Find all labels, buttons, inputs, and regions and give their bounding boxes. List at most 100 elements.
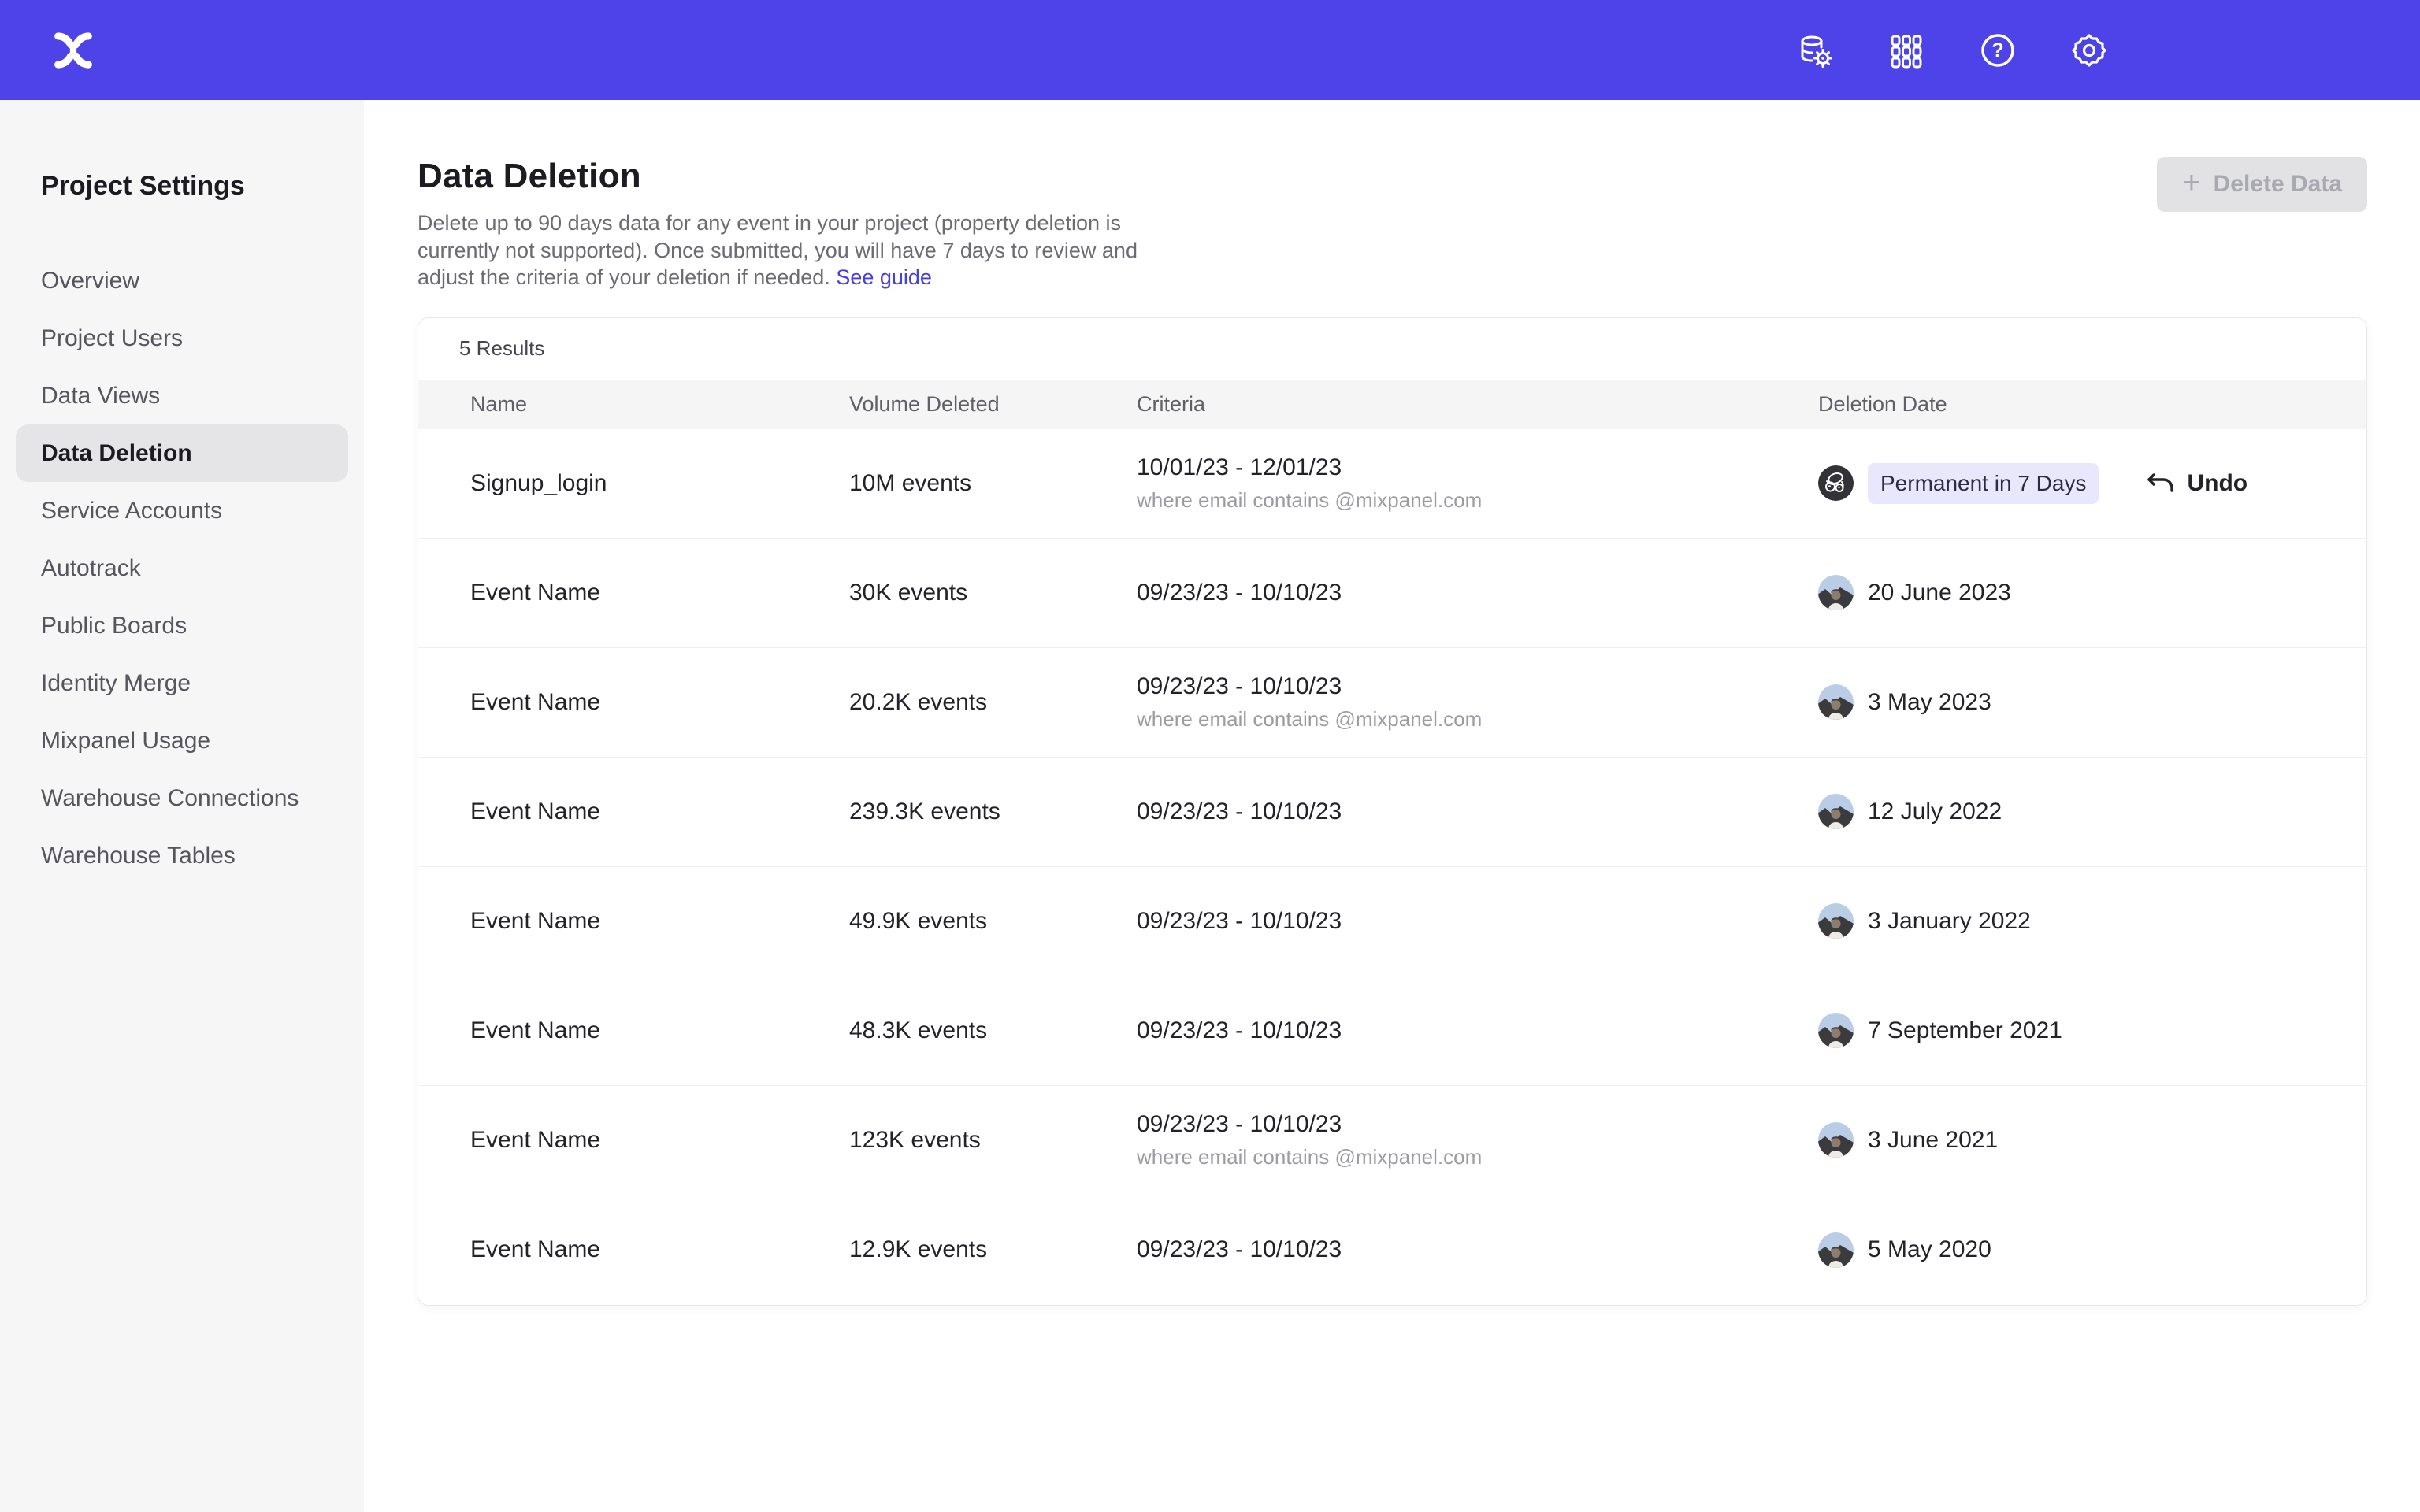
delete-data-button-label: Delete Data <box>2214 171 2342 198</box>
row-criteria-range: 09/23/23 - 10/10/23 <box>1137 908 1818 935</box>
sidebar-item-warehouse-tables[interactable]: Warehouse Tables <box>16 827 348 884</box>
help-icon[interactable]: ? <box>1976 28 2020 72</box>
table-row: Event Name 239.3K events 09/23/23 - 10/1… <box>418 758 2366 867</box>
mixpanel-logo-icon[interactable] <box>49 26 98 75</box>
user-avatar <box>1818 1122 1854 1158</box>
row-volume-deleted: 239.3K events <box>849 799 1137 825</box>
sidebar-item-service-accounts[interactable]: Service Accounts <box>16 482 348 539</box>
row-volume-deleted: 10M events <box>849 470 1137 497</box>
row-volume-deleted: 12.9K events <box>849 1236 1137 1263</box>
table-row: Event Name 49.9K events 09/23/23 - 10/10… <box>418 867 2366 976</box>
table-row: Event Name 123K events 09/23/23 - 10/10/… <box>418 1086 2366 1195</box>
column-header-name: Name <box>470 392 849 417</box>
row-deletion-date-cell: 12 July 2022 <box>1818 794 2366 829</box>
row-criteria: 09/23/23 - 10/10/23 where email contains… <box>1137 673 1818 732</box>
deletion-date-text: 12 July 2022 <box>1868 799 2002 825</box>
row-deletion-date-cell: 5 May 2020 <box>1818 1232 2366 1268</box>
top-navigation-bar: ? <box>0 0 2420 100</box>
row-deletion-date-cell: Permanent in 7 Days Undo <box>1818 463 2366 504</box>
row-volume-deleted: 123K events <box>849 1127 1137 1154</box>
sidebar-item-data-deletion[interactable]: Data Deletion <box>16 424 348 482</box>
table-row: Event Name 20.2K events 09/23/23 - 10/10… <box>418 648 2366 758</box>
user-avatar <box>1818 575 1854 610</box>
row-criteria: 09/23/23 - 10/10/23 <box>1137 1236 1818 1263</box>
row-volume-deleted: 48.3K events <box>849 1017 1137 1044</box>
row-event-name: Event Name <box>470 689 849 716</box>
user-avatar <box>1818 684 1854 720</box>
deletion-date-text: 20 June 2023 <box>1868 580 2011 606</box>
user-avatar <box>1818 794 1854 829</box>
row-deletion-date-cell: 3 January 2022 <box>1818 903 2366 939</box>
deletion-bot-avatar <box>1818 465 1854 501</box>
row-criteria-range: 09/23/23 - 10/10/23 <box>1137 580 1818 606</box>
status-badge: Permanent in 7 Days <box>1868 463 2099 504</box>
table-row: Event Name 30K events 09/23/23 - 10/10/2… <box>418 539 2366 648</box>
sidebar-item-autotrack[interactable]: Autotrack <box>16 539 348 597</box>
page-title: Data Deletion <box>418 157 1162 196</box>
table-row: Event Name 12.9K events 09/23/23 - 10/10… <box>418 1195 2366 1305</box>
table-row: Event Name 48.3K events 09/23/23 - 10/10… <box>418 976 2366 1086</box>
sidebar-item-mixpanel-usage[interactable]: Mixpanel Usage <box>16 712 348 769</box>
row-criteria: 09/23/23 - 10/10/23 where email contains… <box>1137 1111 1818 1169</box>
row-deletion-date-cell: 3 June 2021 <box>1818 1122 2366 1158</box>
page-description-text: Delete up to 90 days data for any event … <box>418 211 1138 289</box>
undo-button-label: Undo <box>2187 470 2247 497</box>
deletion-date-text: 5 May 2020 <box>1868 1236 1991 1263</box>
database-gear-icon[interactable] <box>1793 28 1837 72</box>
deletion-date-text: 3 January 2022 <box>1868 908 2031 935</box>
row-criteria-filter: where email contains @mixpanel.com <box>1137 707 1818 732</box>
see-guide-link[interactable]: See guide <box>836 265 932 289</box>
sidebar-item-public-boards[interactable]: Public Boards <box>16 597 348 654</box>
deletion-date-text: 7 September 2021 <box>1868 1017 2062 1044</box>
sidebar-item-project-users[interactable]: Project Users <box>16 309 348 367</box>
row-event-name: Event Name <box>470 1236 849 1263</box>
row-deletion-date-cell: 3 May 2023 <box>1818 684 2366 720</box>
sidebar-nav: OverviewProject UsersData ViewsData Dele… <box>16 252 348 884</box>
sidebar-item-overview[interactable]: Overview <box>16 252 348 309</box>
row-criteria-range: 09/23/23 - 10/10/23 <box>1137 1111 1818 1138</box>
delete-data-button[interactable]: + Delete Data <box>2157 157 2367 212</box>
project-settings-sidebar: Project Settings OverviewProject UsersDa… <box>0 100 364 1512</box>
column-header-deletion-date: Deletion Date <box>1818 392 2366 417</box>
undo-button[interactable]: Undo <box>2146 469 2247 498</box>
user-avatar <box>1818 903 1854 939</box>
settings-gear-icon[interactable] <box>2067 28 2111 72</box>
row-deletion-date-cell: 20 June 2023 <box>1818 575 2366 610</box>
sidebar-item-data-views[interactable]: Data Views <box>16 367 348 424</box>
table-header-row: Name Volume Deleted Criteria Deletion Da… <box>418 380 2366 429</box>
row-criteria-range: 09/23/23 - 10/10/23 <box>1137 673 1818 700</box>
page-header-text: Data Deletion Delete up to 90 days data … <box>418 157 1162 291</box>
svg-text:?: ? <box>1991 39 2003 61</box>
row-criteria: 09/23/23 - 10/10/23 <box>1137 1017 1818 1044</box>
row-criteria-range: 09/23/23 - 10/10/23 <box>1137 1017 1818 1044</box>
row-criteria-range: 09/23/23 - 10/10/23 <box>1137 1236 1818 1263</box>
page-description: Delete up to 90 days data for any event … <box>418 209 1162 291</box>
deletion-date-text: 3 May 2023 <box>1868 689 1991 716</box>
row-criteria: 09/23/23 - 10/10/23 <box>1137 908 1818 935</box>
row-event-name: Event Name <box>470 799 849 825</box>
row-criteria-filter: where email contains @mixpanel.com <box>1137 488 1818 513</box>
user-avatar <box>1818 1013 1854 1048</box>
sidebar-item-warehouse-connections[interactable]: Warehouse Connections <box>16 769 348 827</box>
row-volume-deleted: 49.9K events <box>849 908 1137 935</box>
row-criteria-filter: where email contains @mixpanel.com <box>1137 1145 1818 1169</box>
column-header-volume: Volume Deleted <box>849 392 1137 417</box>
deletion-date-text: 3 June 2021 <box>1868 1127 1998 1154</box>
row-volume-deleted: 20.2K events <box>849 689 1137 716</box>
sidebar-title: Project Settings <box>41 171 348 202</box>
row-criteria: 10/01/23 - 12/01/23 where email contains… <box>1137 454 1818 513</box>
table-row: Signup_login 10M events 10/01/23 - 12/01… <box>418 429 2366 539</box>
row-event-name: Event Name <box>470 580 849 606</box>
row-criteria-range: 10/01/23 - 12/01/23 <box>1137 454 1818 481</box>
row-criteria: 09/23/23 - 10/10/23 <box>1137 580 1818 606</box>
user-avatar <box>1818 1232 1854 1268</box>
deletion-results-card: 5 Results Name Volume Deleted Criteria D… <box>418 317 2367 1306</box>
results-count: 5 Results <box>418 318 2366 380</box>
undo-arrow-icon <box>2146 469 2176 498</box>
main-content: Data Deletion Delete up to 90 days data … <box>364 100 2420 1512</box>
sidebar-item-identity-merge[interactable]: Identity Merge <box>16 654 348 712</box>
row-volume-deleted: 30K events <box>849 580 1137 606</box>
row-event-name: Event Name <box>470 908 849 935</box>
apps-grid-icon[interactable] <box>1884 28 1928 72</box>
row-event-name: Event Name <box>470 1127 849 1154</box>
